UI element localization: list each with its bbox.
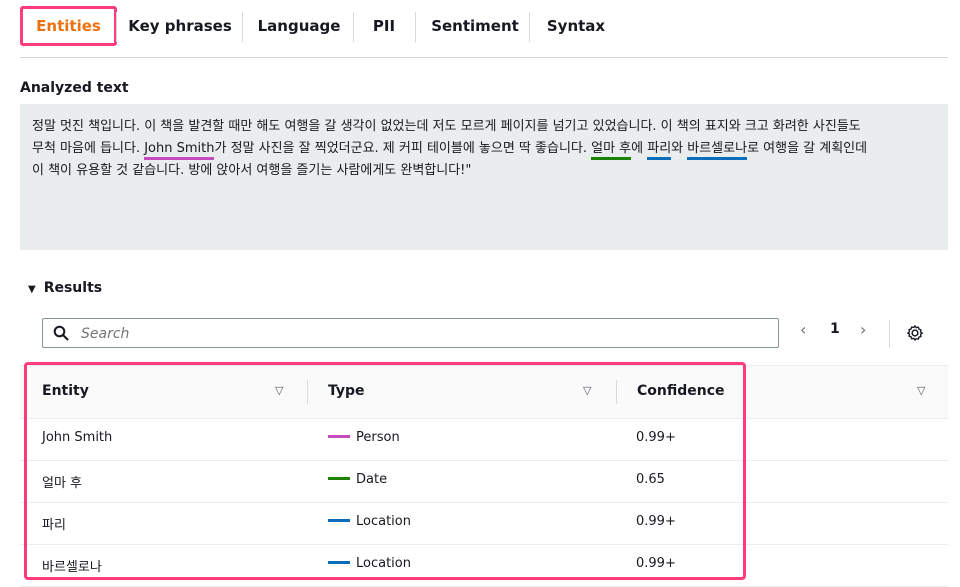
cell-entity: 파리: [42, 518, 66, 533]
tab-sentiment[interactable]: Sentiment: [425, 6, 525, 46]
text-segment: 무척 마음에 듭니다.: [32, 141, 145, 156]
tab-divider: [353, 12, 354, 42]
text-segment: 로 여행을 갈 계획인데: [747, 141, 868, 156]
analyzed-line-2: 무척 마음에 듭니다. John Smith가 정말 사진을 잘 찍었더군요. …: [32, 138, 936, 160]
chevron-left-icon[interactable]: ‹: [800, 320, 806, 339]
type-label: Location: [356, 556, 411, 571]
tab-divider: [242, 12, 243, 42]
column-divider[interactable]: [616, 380, 617, 404]
results-toggle[interactable]: ▼ Results: [28, 280, 102, 296]
cell-type: Location: [328, 556, 411, 571]
entity-date-highlight: 얼마 후: [591, 141, 632, 160]
cell-confidence: 0.99+: [636, 514, 676, 529]
tab-pii[interactable]: PII: [364, 6, 404, 46]
tab-language[interactable]: Language: [256, 6, 342, 46]
tab-divider: [415, 12, 416, 42]
sort-down-icon[interactable]: ▽: [917, 384, 925, 397]
pager-divider: [889, 320, 890, 348]
search-icon: [53, 325, 69, 341]
chevron-right-icon[interactable]: ›: [860, 320, 866, 339]
tab-entities[interactable]: Entities: [20, 6, 117, 46]
search-input[interactable]: [79, 322, 773, 346]
text-segment: 에: [631, 141, 648, 156]
table-header: Entity ▽ Type ▽ Confidence ▽: [20, 365, 948, 419]
table-row: 바르셀로나 Location 0.99+: [20, 544, 948, 587]
location-swatch: [328, 519, 350, 522]
type-label: Person: [356, 430, 400, 445]
cell-confidence: 0.99+: [636, 430, 676, 445]
column-header-confidence[interactable]: Confidence: [637, 383, 725, 399]
column-divider[interactable]: [307, 380, 308, 404]
text-segment: 가 정말 사진을 잘 찍었더군요. 제 커피 테이블에 놓으면 딱 좋습니다.: [214, 141, 592, 156]
cell-type: Date: [328, 472, 387, 487]
location-swatch: [328, 561, 350, 564]
entity-location-highlight: 파리: [647, 141, 672, 160]
results-panel: ‹ 1 › Entity ▽ Type ▽ Confidence ▽ John …: [20, 302, 948, 587]
cell-entity: 바르셀로나: [42, 560, 102, 575]
tab-divider: [116, 12, 117, 42]
cell-type: Person: [328, 430, 400, 445]
type-label: Location: [356, 514, 411, 529]
entity-location-highlight: 바르셀로나: [687, 141, 748, 160]
table-row: 파리 Location 0.99+: [20, 502, 948, 545]
table-row: John Smith Person 0.99+: [20, 418, 948, 461]
column-header-entity[interactable]: Entity: [42, 383, 89, 399]
tab-key-phrases[interactable]: Key phrases: [123, 6, 237, 46]
caret-down-icon: ▼: [28, 284, 36, 295]
results-title: Results: [43, 280, 103, 296]
type-label: Date: [356, 472, 388, 487]
column-header-type[interactable]: Type: [328, 383, 365, 399]
search-box[interactable]: [42, 318, 779, 348]
entity-person-highlight: John Smith: [144, 141, 215, 160]
cell-entity: 얼마 후: [42, 476, 83, 491]
text-segment: 와: [671, 141, 688, 156]
sort-down-icon[interactable]: ▽: [275, 384, 283, 397]
cell-confidence: 0.99+: [636, 556, 676, 571]
page-number[interactable]: 1: [830, 321, 840, 337]
analyzed-text-title: Analyzed text: [20, 80, 129, 96]
analyzed-line-1: 정말 멋진 책입니다. 이 책을 발견할 때만 해도 여행을 갈 생각이 없었는…: [32, 119, 861, 134]
tab-syntax[interactable]: Syntax: [542, 6, 610, 46]
person-swatch: [328, 435, 350, 438]
analyzed-line-3: 이 책이 유용할 것 같습니다. 방에 앉아서 여행을 즐기는 사람에게도 완벽…: [32, 163, 472, 178]
sort-down-icon[interactable]: ▽: [583, 384, 591, 397]
tab-divider: [529, 12, 530, 42]
gear-icon[interactable]: [906, 324, 924, 342]
table-row: 얼마 후 Date 0.65: [20, 460, 948, 503]
cell-type: Location: [328, 514, 411, 529]
date-swatch: [328, 477, 350, 480]
cell-entity: John Smith: [42, 430, 113, 445]
tab-bar: Entities Key phrases Language PII Sentim…: [20, 0, 948, 58]
cell-confidence: 0.65: [636, 472, 665, 487]
analyzed-text-box: 정말 멋진 책입니다. 이 책을 발견할 때만 해도 여행을 갈 생각이 없었는…: [20, 104, 948, 250]
